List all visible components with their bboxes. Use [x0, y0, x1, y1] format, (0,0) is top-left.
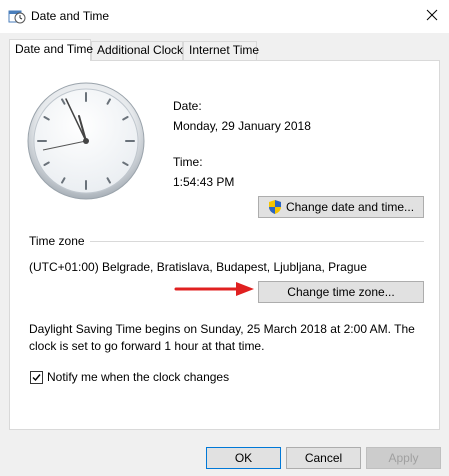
- dst-line-1: Daylight Saving Time begins on Sunday, 2…: [29, 322, 415, 336]
- apply-button[interactable]: Apply: [366, 447, 441, 469]
- dst-line-2: clock is set to go forward 1 hour at tha…: [29, 339, 265, 353]
- tab-date-and-time[interactable]: Date and Time: [9, 39, 93, 61]
- change-time-zone-button[interactable]: Change time zone...: [258, 281, 424, 303]
- time-zone-divider: [90, 241, 424, 242]
- tab-internet-time[interactable]: Internet Time: [183, 41, 259, 60]
- red-arrow-icon: [174, 282, 254, 296]
- clock-calendar-icon: [8, 10, 26, 24]
- notify-label[interactable]: Notify me when the clock changes: [47, 370, 229, 384]
- change-time-zone-label: Change time zone...: [287, 285, 395, 299]
- time-zone-value: (UTC+01:00) Belgrade, Bratislava, Budape…: [29, 260, 367, 274]
- checkmark-icon: [32, 374, 41, 382]
- date-value: Monday, 29 January 2018: [173, 119, 311, 133]
- close-button[interactable]: [415, 0, 449, 30]
- ok-button[interactable]: OK: [206, 447, 281, 469]
- date-label: Date:: [173, 99, 202, 113]
- tab-panel: Date: Monday, 29 January 2018 Time: 1:54…: [9, 60, 440, 430]
- tab-additional-clocks[interactable]: Additional Clocks: [91, 41, 189, 60]
- notify-checkbox[interactable]: [30, 371, 43, 384]
- change-date-and-time-button[interactable]: Change date and time...: [258, 196, 424, 218]
- cancel-button[interactable]: Cancel: [286, 447, 361, 469]
- time-zone-heading: Time zone: [29, 234, 85, 248]
- uac-shield-icon: [268, 200, 281, 214]
- analog-clock: [27, 82, 145, 200]
- close-icon: [426, 9, 438, 21]
- window-title: Date and Time: [31, 9, 110, 23]
- change-date-and-time-label: Change date and time...: [285, 200, 415, 214]
- time-label: Time:: [173, 155, 203, 169]
- title-bar: Date and Time: [0, 0, 449, 33]
- time-value: 1:54:43 PM: [173, 175, 235, 189]
